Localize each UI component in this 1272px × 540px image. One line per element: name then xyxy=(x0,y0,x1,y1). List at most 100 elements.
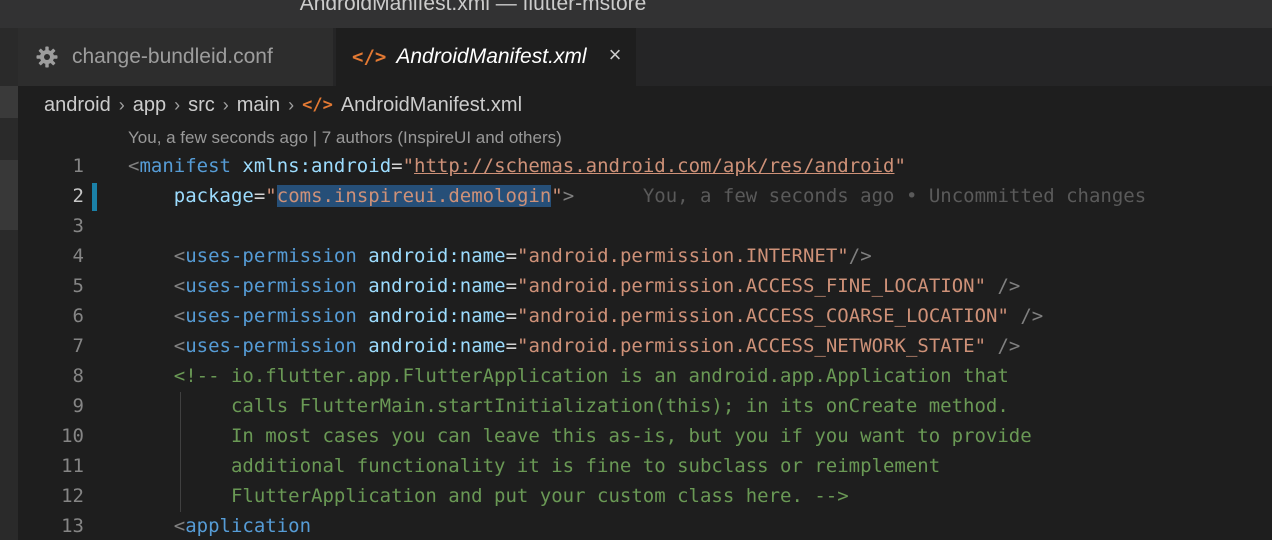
tag-bracket: /> xyxy=(986,335,1021,357)
code-line-2[interactable]: package="coms.inspireui.demologin"> You,… xyxy=(128,185,1146,207)
attr-colon: : xyxy=(448,335,460,357)
comment-text: FlutterApplication and put your custom c… xyxy=(230,485,849,507)
tag-name: uses-permission xyxy=(185,335,357,357)
breadcrumb: android › app › src › main › </> Android… xyxy=(44,90,522,120)
tag-bracket: /> xyxy=(1008,305,1044,327)
line-number: 10 xyxy=(61,425,84,447)
attr-value: "android.permission.INTERNET" xyxy=(517,245,849,267)
attr-namespace: android xyxy=(368,245,449,267)
tag-bracket: < xyxy=(173,245,186,267)
breadcrumb-item-file[interactable]: AndroidManifest.xml xyxy=(341,94,522,117)
tag-name: uses-permission xyxy=(185,305,357,327)
equals: = xyxy=(505,305,518,327)
equals: = xyxy=(505,245,518,267)
line-number: 9 xyxy=(72,395,84,417)
tag-bracket: < xyxy=(173,305,186,327)
tag-name: uses-permission xyxy=(185,275,357,297)
line-number: 11 xyxy=(61,455,84,477)
attr-name: name xyxy=(459,245,506,267)
equals: = xyxy=(505,275,518,297)
attr-value: "android.permission.ACCESS_FINE_LOCATION… xyxy=(517,275,987,297)
chevron-right-icon: › xyxy=(288,94,295,115)
comment-text: In most cases you can leave this as-is, … xyxy=(230,425,1032,447)
git-modified-marker[interactable] xyxy=(92,183,97,211)
line-number: 3 xyxy=(72,215,84,237)
breadcrumb-item-src[interactable]: src xyxy=(188,94,215,117)
tab-label: AndroidManifest.xml xyxy=(396,45,587,68)
line-number: 7 xyxy=(72,335,84,357)
code-line-11[interactable]: additional functionality it is fine to s… xyxy=(128,455,940,477)
tag-bracket: /> xyxy=(986,275,1021,297)
attr-namespace: android xyxy=(368,335,449,357)
tab-label: change-bundleid.conf xyxy=(72,45,273,68)
comment-text: <!-- io.flutter.app.FlutterApplication i… xyxy=(173,365,1009,387)
code-line-13[interactable]: <application xyxy=(128,515,311,537)
equals: = xyxy=(505,335,518,357)
equals: = xyxy=(391,155,403,177)
attr-name: package xyxy=(173,185,254,207)
attr-value: "android.permission.ACCESS_NETWORK_STATE… xyxy=(517,335,987,357)
quote: " xyxy=(894,155,906,177)
gear-icon xyxy=(34,44,60,70)
activity-strip-marker xyxy=(0,86,18,118)
line-number: 13 xyxy=(61,515,84,537)
tag-bracket: /> xyxy=(848,245,872,267)
tag-name: manifest xyxy=(139,155,231,177)
attr-namespace: android xyxy=(368,305,449,327)
breadcrumb-item-main[interactable]: main xyxy=(237,94,280,117)
tag-name: application xyxy=(185,515,312,537)
tag-bracket: < xyxy=(173,275,186,297)
line-number: 5 xyxy=(72,275,84,297)
line-number: 1 xyxy=(72,155,84,177)
comment-text: calls FlutterMain.startInitialization(th… xyxy=(230,395,1009,417)
xml-code-icon: </> xyxy=(302,95,333,115)
comment-text: additional functionality it is fine to s… xyxy=(230,455,941,477)
line-number: 4 xyxy=(72,245,84,267)
tab-bar: change-bundleid.conf </> AndroidManifest… xyxy=(18,28,1272,86)
chevron-right-icon: › xyxy=(118,94,125,115)
tag-name: uses-permission xyxy=(185,245,357,267)
tag-bracket: < xyxy=(173,335,186,357)
tag-bracket: > xyxy=(562,185,575,207)
tag-bracket: < xyxy=(128,155,140,177)
line-number: 6 xyxy=(72,305,84,327)
breadcrumb-item-android[interactable]: android xyxy=(44,94,111,117)
window-title: AndroidManifest.xml — flutter-mstore xyxy=(299,0,647,15)
schema-link[interactable]: http://schemas.android.com/apk/res/andro… xyxy=(414,155,894,177)
quote: " xyxy=(402,155,415,177)
code-line-1[interactable]: <manifest xmlns:android="http://schemas.… xyxy=(128,155,906,177)
attr-name: name xyxy=(459,275,506,297)
line-number: 12 xyxy=(61,485,84,507)
code-line-10[interactable]: In most cases you can leave this as-is, … xyxy=(128,425,1032,447)
code-line-4[interactable]: <uses-permission android:name="android.p… xyxy=(128,245,872,267)
code-line-6[interactable]: <uses-permission android:name="android.p… xyxy=(128,305,1043,327)
breadcrumb-item-app[interactable]: app xyxy=(133,94,166,117)
close-icon[interactable]: × xyxy=(604,44,626,66)
attr-namespace: android xyxy=(368,275,449,297)
chevron-right-icon: › xyxy=(174,94,181,115)
code-line-5[interactable]: <uses-permission android:name="android.p… xyxy=(128,275,1021,297)
equals: = xyxy=(253,185,266,207)
code-line-8[interactable]: <!-- io.flutter.app.FlutterApplication i… xyxy=(128,365,1009,387)
attr-value: "android.permission.ACCESS_COARSE_LOCATI… xyxy=(517,305,1009,327)
attr-colon: : xyxy=(448,245,460,267)
git-blame-codelens[interactable]: You, a few seconds ago | 7 authors (Insp… xyxy=(128,128,562,148)
code-line-12[interactable]: FlutterApplication and put your custom c… xyxy=(128,485,849,507)
selected-package-value[interactable]: coms.inspireui.demologin xyxy=(276,185,552,207)
code-line-7[interactable]: <uses-permission android:name="android.p… xyxy=(128,335,1021,357)
attr-name: name xyxy=(459,305,506,327)
activity-strip xyxy=(0,28,18,540)
xml-code-icon: </> xyxy=(352,46,387,68)
tab-change-bundleid[interactable]: change-bundleid.conf xyxy=(18,28,334,86)
line-number: 8 xyxy=(72,365,84,387)
line-number: 2 xyxy=(72,185,84,207)
tab-android-manifest[interactable]: </> AndroidManifest.xml × xyxy=(336,28,636,86)
code-line-9[interactable]: calls FlutterMain.startInitialization(th… xyxy=(128,395,1009,417)
activity-strip-marker xyxy=(0,160,18,230)
inline-git-blame: You, a few seconds ago • Uncommitted cha… xyxy=(642,185,1147,207)
chevron-right-icon: › xyxy=(222,94,229,115)
attr-name: xmlns:android xyxy=(242,155,392,177)
quote: " xyxy=(265,185,277,207)
title-bar: AndroidManifest.xml — flutter-mstore xyxy=(0,0,1272,28)
attr-name: name xyxy=(459,335,506,357)
